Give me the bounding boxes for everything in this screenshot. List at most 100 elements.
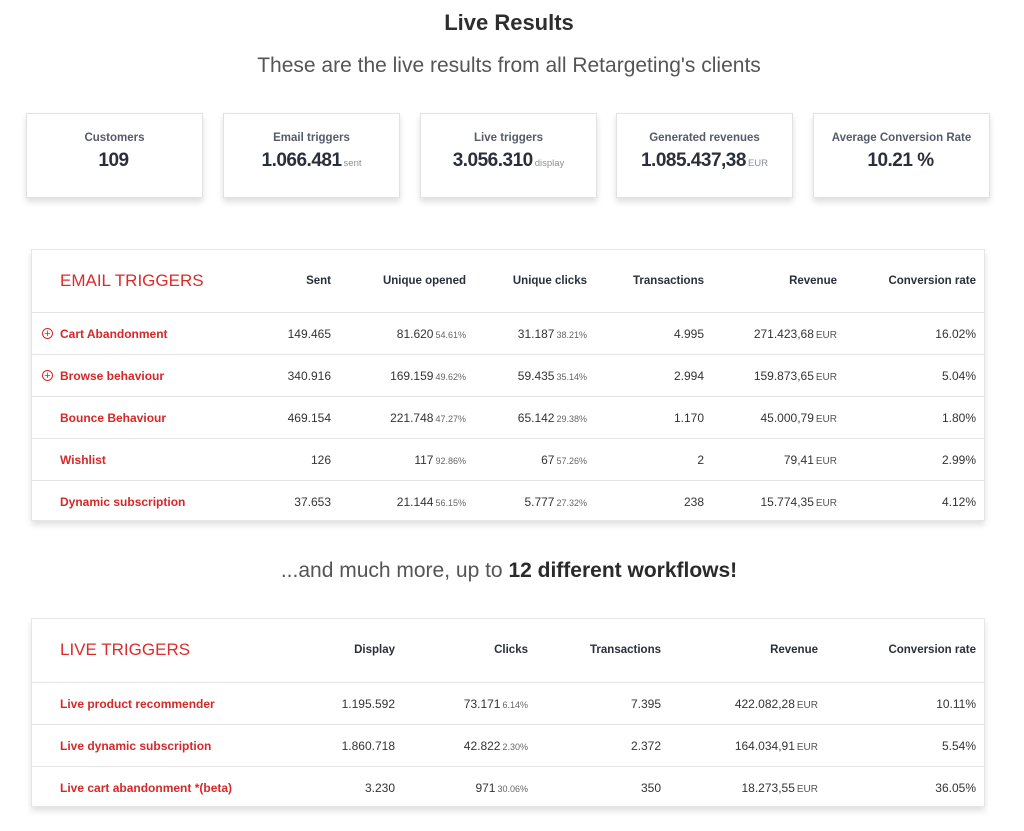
stat-unit: EUR (747, 158, 768, 169)
column-header-revenue: Revenue (770, 644, 818, 656)
row-name[interactable]: Cart Abandonment (60, 327, 168, 341)
stat-number: 1.085.437,38 (640, 150, 746, 171)
revenue-cell: 18.273,55 EUR (741, 781, 818, 795)
clicks-percent: 38.21% (556, 330, 587, 340)
column-header-revenue: Revenue (789, 275, 837, 287)
opened-percent: 56.15% (435, 498, 466, 508)
opened-value: 169.159 (390, 369, 434, 383)
column-header-conversion-rate: Conversion rate (888, 644, 976, 656)
clicks-cell: 42.822 2.30% (464, 739, 528, 753)
transactions-value: 2.994 (673, 369, 704, 383)
column-header-display: Display (354, 644, 395, 656)
stat-unit: display (534, 158, 565, 169)
revenue-value: 18.273,55 (741, 781, 795, 795)
more-highlight: 12 different workflows! (508, 559, 738, 582)
transactions-value: 2.372 (630, 739, 661, 753)
clicks-value: 5.777 (524, 495, 555, 509)
expand-plus-icon[interactable]: + (42, 370, 53, 382)
currency: EUR (815, 456, 837, 467)
transactions-value: 4.995 (673, 327, 704, 341)
transactions-value: 238 (683, 495, 704, 509)
clicks-value: 31.187 (517, 327, 555, 341)
stat-value: 1.085.437,38 EUR (617, 150, 792, 172)
table-row[interactable]: + Cart Abandonment 149.465 81.620 54.61% … (32, 312, 984, 354)
transactions-value: 7.395 (630, 697, 661, 711)
currency: EUR (796, 700, 818, 711)
table-header: EMAIL TRIGGERS Sent Unique opened Unique… (32, 250, 984, 312)
clicks-cell: 31.187 38.21% (518, 327, 587, 341)
conversion-value: 5.54% (941, 739, 976, 753)
email-triggers-table: EMAIL TRIGGERS Sent Unique opened Unique… (31, 249, 985, 521)
table-row: Bounce Behaviour 469.154 221.748 47.27% 6… (32, 396, 984, 438)
section-title: EMAIL TRIGGERS (60, 271, 204, 290)
revenue-value: 271.423,68 (753, 327, 814, 341)
stat-card-live-triggers: Live triggers 3.056.310 display (420, 113, 597, 198)
row-name: Wishlist (60, 453, 106, 467)
opened-cell: 117 92.86% (414, 453, 466, 467)
display-value: 1.860.718 (341, 739, 395, 753)
display-value: 1.195.592 (341, 697, 395, 711)
clicks-percent: 35.14% (556, 372, 587, 382)
stat-value: 1.066.481 sent (224, 150, 399, 172)
revenue-value: 79,41 (783, 453, 814, 467)
currency: EUR (815, 498, 837, 509)
column-header-conversion-rate: Conversion rate (888, 275, 976, 287)
transactions-value: 2 (697, 453, 704, 467)
revenue-cell: 15.774,35 EUR (760, 495, 837, 509)
stat-label: Average Conversion Rate (831, 132, 972, 144)
column-header-unique-opened: Unique opened (382, 275, 466, 287)
opened-percent: 47.27% (435, 414, 466, 424)
revenue-cell: 422.082,28 EUR (735, 697, 818, 711)
opened-cell: 21.144 56.15% (397, 495, 466, 509)
conversion-value: 1.80% (941, 411, 976, 425)
column-header-transactions: Transactions (590, 644, 661, 656)
transactions-value: 1.170 (673, 411, 704, 425)
stat-value: 10.21 % (814, 150, 989, 172)
column-header-unique-clicks: Unique clicks (512, 275, 587, 287)
table-row[interactable]: + Browse behaviour 340.916 169.159 49.62%… (32, 354, 984, 396)
currency: EUR (815, 414, 837, 425)
row-name: Live dynamic subscription (60, 739, 212, 753)
more-workflows-text: ...and much more, up to 12 different wor… (0, 559, 1018, 583)
conversion-value: 16.02% (935, 327, 976, 341)
clicks-value: 73.171 (463, 697, 501, 711)
stat-card-generated-revenues: Generated revenues 1.085.437,38 EUR (616, 113, 793, 198)
expand-plus-icon[interactable]: + (42, 328, 53, 340)
clicks-cell: 67 57.26% (541, 453, 587, 467)
currency: EUR (815, 330, 837, 341)
clicks-percent: 6.14% (502, 700, 528, 710)
conversion-value: 2.99% (941, 453, 976, 467)
clicks-percent: 29.38% (556, 414, 587, 424)
opened-cell: 169.159 49.62% (390, 369, 466, 383)
clicks-percent: 27.32% (556, 498, 587, 508)
table-row: Live cart abandonment *(beta) 3.230 971 3… (32, 766, 984, 808)
opened-percent: 49.62% (435, 372, 466, 382)
display-value: 3.230 (364, 781, 395, 795)
page-subtitle: These are the live results from all Reta… (257, 54, 761, 77)
table-row: Wishlist 126 117 92.86% 67 57.26% 2 79,41 E… (32, 438, 984, 480)
stat-label: Customers (84, 132, 145, 144)
revenue-value: 45.000,79 (760, 411, 814, 425)
clicks-value: 971 (475, 781, 496, 795)
stat-number: 3.056.310 (452, 150, 534, 171)
more-prefix: ...and much more, up to (280, 559, 509, 582)
revenue-cell: 79,41 EUR (784, 453, 837, 467)
row-name: Bounce Behaviour (60, 411, 167, 425)
opened-cell: 81.620 54.61% (397, 327, 466, 341)
conversion-value: 5.04% (941, 369, 976, 383)
conversion-value: 10.11% (936, 697, 976, 711)
currency: EUR (796, 742, 818, 753)
live-triggers-table: LIVE TRIGGERS Display Clicks Transaction… (31, 618, 985, 807)
conversion-value: 4.12% (941, 495, 976, 509)
clicks-cell: 5.777 27.32% (524, 495, 587, 509)
row-name: Live cart abandonment *(beta) (60, 781, 233, 795)
clicks-value: 42.822 (463, 739, 501, 753)
currency: EUR (796, 784, 818, 795)
stat-card-customers: Customers 109 (26, 113, 203, 198)
opened-value: 117 (414, 453, 434, 467)
clicks-value: 65.142 (517, 411, 555, 425)
row-name: Live product recommender (60, 697, 215, 711)
row-name[interactable]: Browse behaviour (60, 369, 164, 383)
stat-number: 1.066.481 (261, 150, 343, 171)
revenue-value: 422.082,28 (734, 697, 795, 711)
